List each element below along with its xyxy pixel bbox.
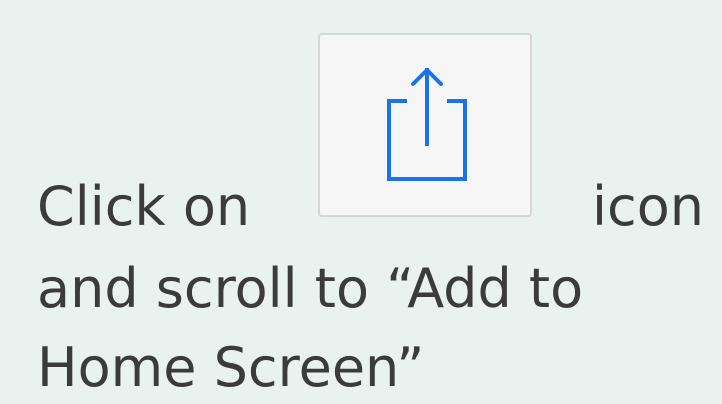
instruction-text-icon-word: icon: [592, 175, 704, 238]
instruction-text-line2: and scroll to “Add to: [37, 257, 584, 320]
share-icon: [387, 68, 467, 181]
instruction-text-line3: Home Screen”: [37, 336, 425, 399]
instruction-text-prefix: Click on: [37, 175, 251, 238]
share-button[interactable]: [318, 33, 532, 217]
